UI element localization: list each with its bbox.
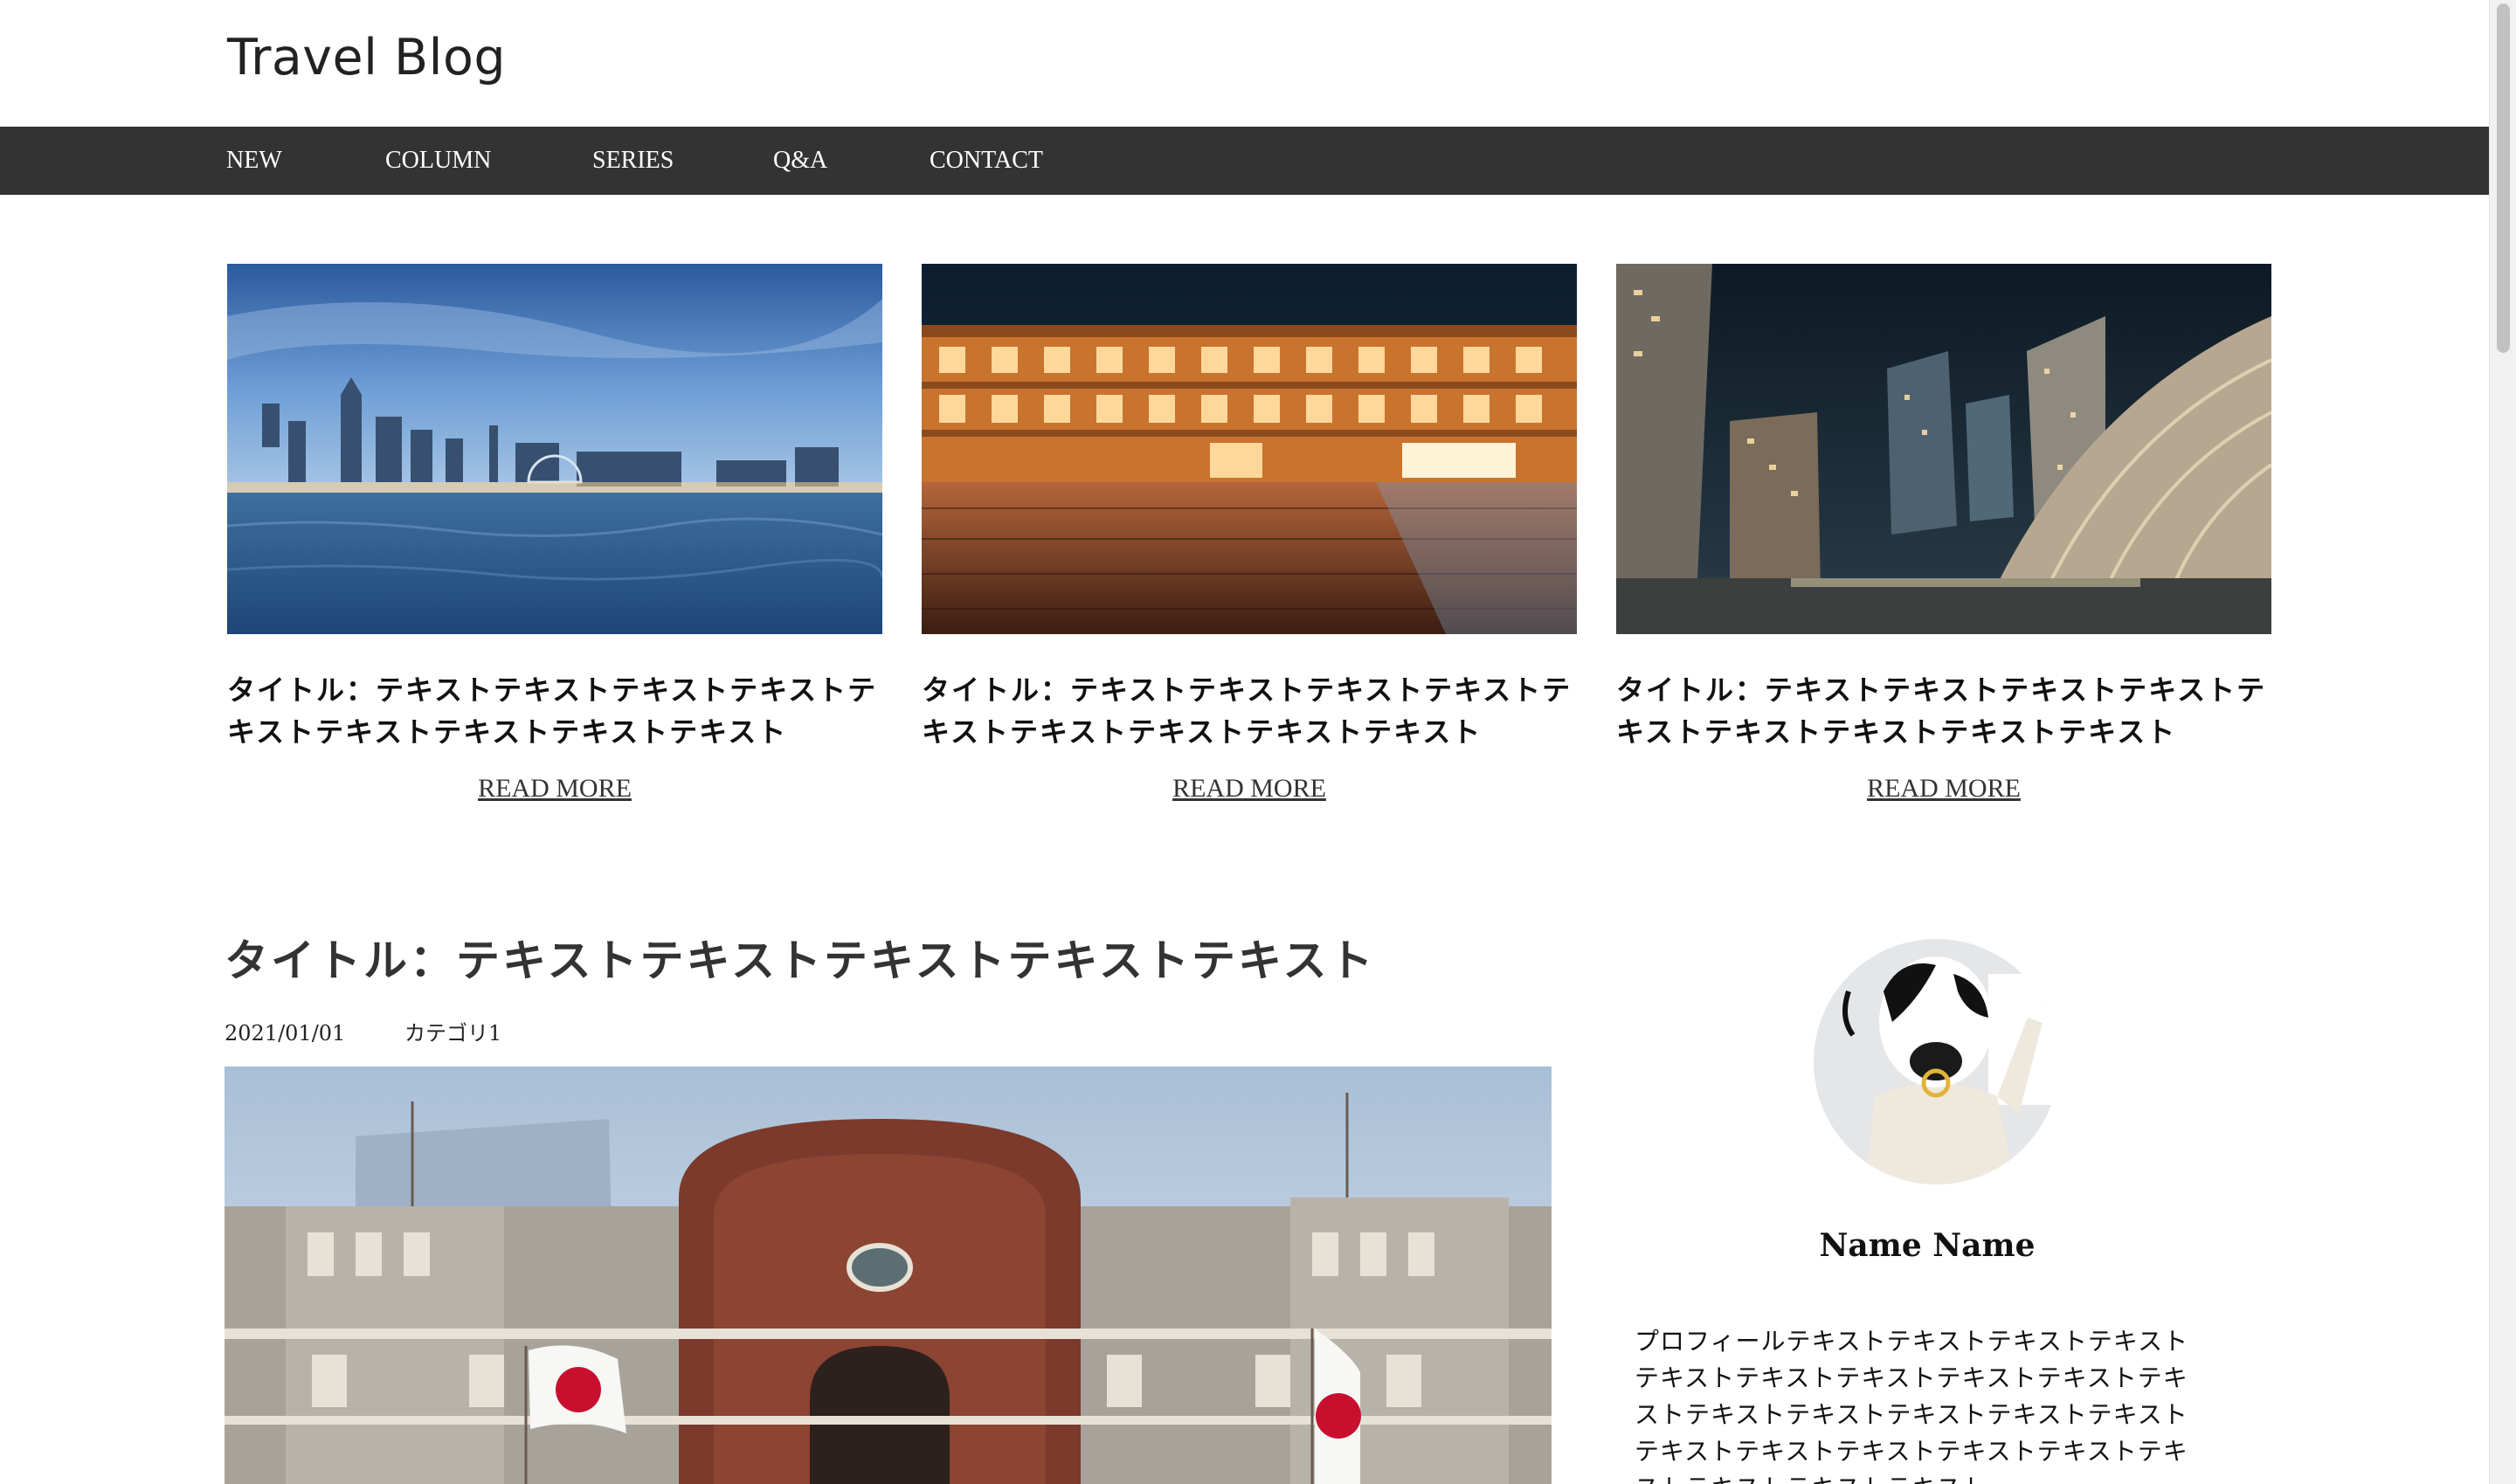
card-title[interactable]: タイトル：テキストテキストテキストテキストテキストテキストテキストテキストテキス… [1616, 669, 2271, 753]
city-towers-night-image[interactable] [1616, 264, 2271, 634]
site-header: Travel Blog [0, 0, 2489, 127]
post-title[interactable]: タイトル：テキストテキストテキストテキストテキスト [225, 930, 1376, 991]
red-brick-warehouse-image[interactable] [922, 264, 1577, 634]
tokyo-station-image[interactable] [225, 1066, 1552, 1484]
card-title[interactable]: タイトル：テキストテキストテキストテキストテキストテキストテキストテキストテキス… [922, 669, 1577, 753]
nav-item-contact[interactable]: CONTACT [930, 127, 1043, 195]
post-date: 2021/01/01 [225, 1021, 346, 1046]
page: Travel Blog NEW COLUMN SERIES Q&A CONTAC… [0, 0, 2489, 1484]
profile-text: プロフィールテキストテキストテキストテキストテキストテキストテキストテキストテキ… [1635, 1327, 2189, 1484]
article-card: タイトル：テキストテキストテキストテキストテキストテキストテキストテキストテキス… [227, 264, 882, 804]
scrollbar-thumb[interactable] [2497, 3, 2510, 353]
main-nav: NEW COLUMN SERIES Q&A CONTACT [0, 127, 2489, 195]
page-scrollbar[interactable] [2489, 0, 2516, 1484]
read-more-link[interactable]: READ MORE [1616, 774, 2271, 804]
card-title[interactable]: タイトル：テキストテキストテキストテキストテキストテキストテキストテキストテキス… [227, 669, 882, 753]
article-card: タイトル：テキストテキストテキストテキストテキストテキストテキストテキストテキス… [1616, 264, 2271, 804]
nav-item-new[interactable]: NEW [226, 127, 282, 195]
post-meta: 2021/01/01 カテゴリ1 [225, 1016, 554, 1046]
nav-item-column[interactable]: COLUMN [385, 127, 491, 195]
nav-item-qa[interactable]: Q&A [773, 127, 827, 195]
read-more-link[interactable]: READ MORE [922, 774, 1577, 804]
post-category[interactable]: カテゴリ1 [404, 1021, 501, 1046]
read-more-link[interactable]: READ MORE [227, 774, 882, 804]
yokohama-harbor-skyline-image[interactable] [227, 264, 882, 634]
site-title[interactable]: Travel Blog [227, 26, 506, 89]
profile-name: Name Name [1819, 1227, 2036, 1264]
profile-avatar [1814, 939, 2059, 1184]
nav-item-series[interactable]: SERIES [592, 127, 674, 195]
article-card: タイトル：テキストテキストテキストテキストテキストテキストテキストテキストテキス… [922, 264, 1577, 804]
